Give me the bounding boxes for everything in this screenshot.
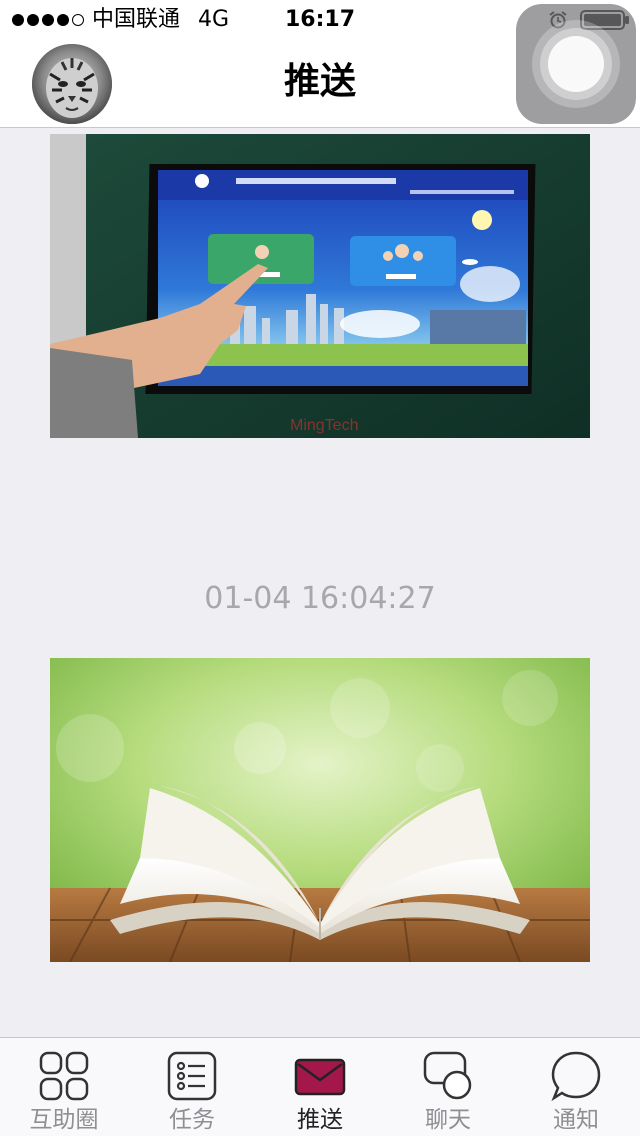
tab-notifications[interactable]: 通知: [512, 1038, 640, 1136]
push-image-book[interactable]: [50, 658, 590, 962]
tab-push[interactable]: 推送: [256, 1038, 384, 1136]
push-image-kiosk[interactable]: MingTech: [50, 134, 590, 438]
tab-label: 通知: [553, 1107, 599, 1133]
tab-label: 任务: [169, 1107, 215, 1133]
tab-bar: 互助圈 任务 推送 聊天 通知: [0, 1037, 640, 1136]
tab-mutual-help[interactable]: 互助圈: [0, 1038, 128, 1136]
push-timestamp: 01-04 16:04:27: [204, 581, 436, 616]
chat-bubbles-icon: [423, 1051, 472, 1100]
svg-text:MingTech: MingTech: [290, 417, 358, 434]
tab-label: 互助圈: [29, 1107, 99, 1133]
assistive-touch-button[interactable]: [516, 4, 636, 124]
speech-bubble-icon: [551, 1051, 601, 1102]
push-feed: MingTech 01-04 16:04:27: [0, 129, 640, 1037]
tab-chat[interactable]: 聊天: [384, 1038, 512, 1136]
list-icon: [167, 1051, 217, 1101]
envelope-icon: [294, 1058, 346, 1096]
tab-label: 推送: [297, 1107, 343, 1133]
tab-label: 聊天: [425, 1107, 471, 1133]
tab-tasks[interactable]: 任务: [128, 1038, 256, 1136]
grid-icon: [39, 1051, 89, 1101]
